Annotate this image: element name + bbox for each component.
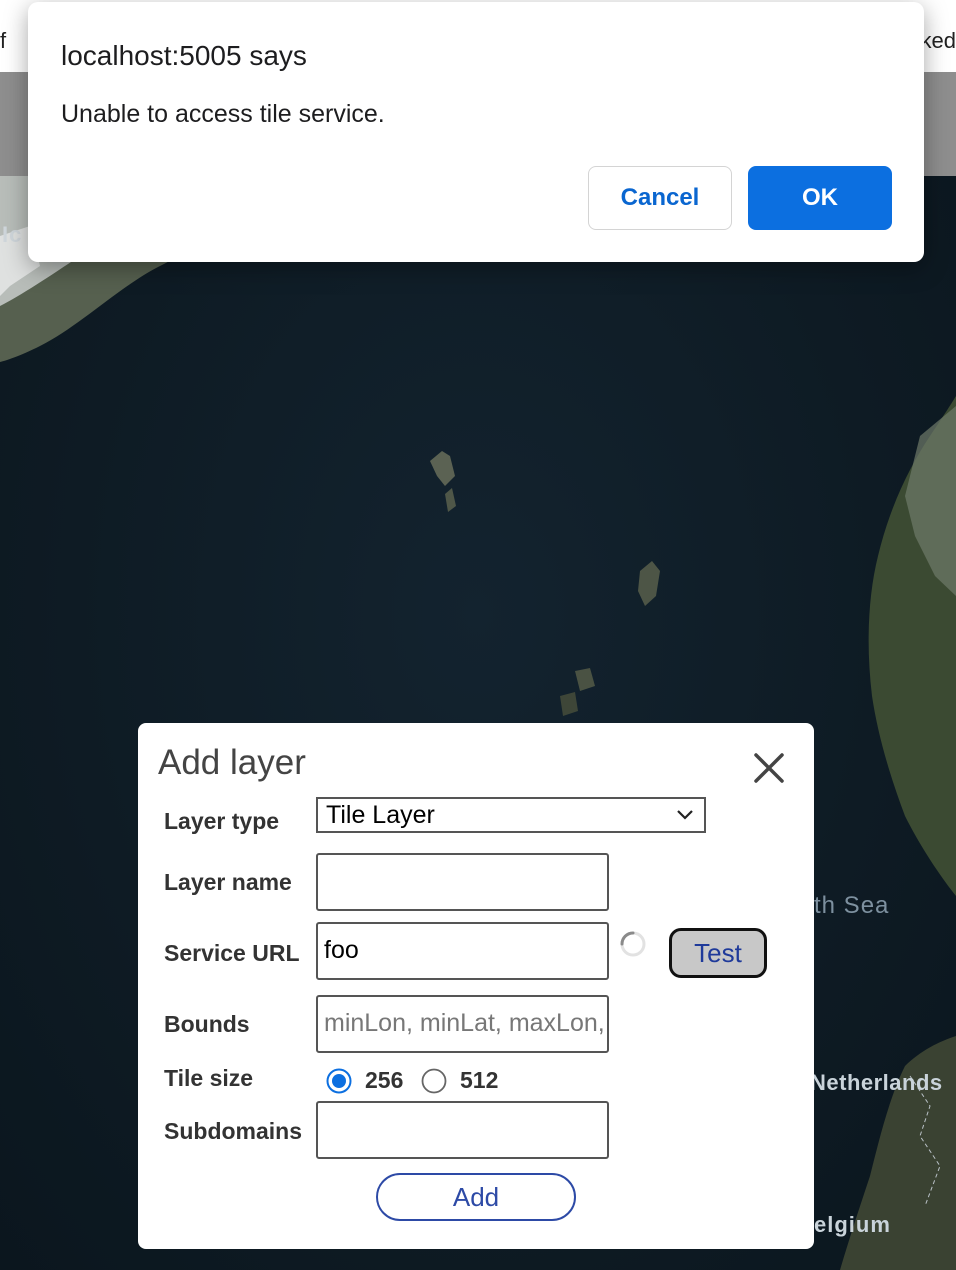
layer-type-select[interactable]: Tile Layer: [316, 797, 706, 833]
header-text-right: ked: [920, 28, 956, 53]
header-text-left: f: [0, 28, 7, 53]
tile-size-256-label: 256: [365, 1067, 404, 1093]
map-label-belgium: elgium: [814, 1212, 891, 1237]
tile-size-label: Tile size: [164, 1065, 254, 1091]
tile-size-256-radio[interactable]: [326, 1068, 352, 1094]
map-label-netherlands: Netherlands: [810, 1070, 943, 1095]
layer-name-input[interactable]: [316, 853, 609, 911]
layer-type-value: Tile Layer: [326, 801, 435, 829]
map-label-iceland: Ic: [2, 222, 23, 247]
tile-size-512-label: 512: [460, 1067, 499, 1093]
add-button[interactable]: Add: [376, 1173, 576, 1221]
ok-button[interactable]: OK: [748, 166, 892, 230]
dialog-title: Add layer: [158, 743, 306, 782]
alert-title: localhost:5005 says: [61, 40, 307, 71]
loading-spinner-icon: [620, 931, 646, 957]
subdomains-label: Subdomains: [164, 1118, 303, 1144]
subdomains-input[interactable]: [316, 1101, 609, 1159]
alert-message: Unable to access tile service.: [61, 100, 385, 128]
tile-size-512-radio[interactable]: [421, 1068, 447, 1094]
service-url-label: Service URL: [164, 940, 300, 966]
map-label-north-sea: th Sea: [814, 892, 890, 919]
close-icon[interactable]: [752, 751, 786, 785]
chevron-down-icon: [677, 810, 693, 820]
test-button[interactable]: Test: [669, 928, 767, 978]
add-layer-dialog: Add layer Layer type Tile Layer Layer na…: [138, 723, 814, 1249]
cancel-button[interactable]: Cancel: [588, 166, 732, 230]
bounds-label: Bounds: [164, 1011, 250, 1037]
service-url-input[interactable]: foo: [316, 922, 609, 980]
layer-type-label: Layer type: [164, 808, 280, 834]
bounds-input[interactable]: minLon, minLat, maxLon, maxLat: [316, 995, 609, 1053]
layer-name-label: Layer name: [164, 869, 292, 895]
alert-dialog: localhost:5005 says Unable to access til…: [28, 2, 924, 262]
